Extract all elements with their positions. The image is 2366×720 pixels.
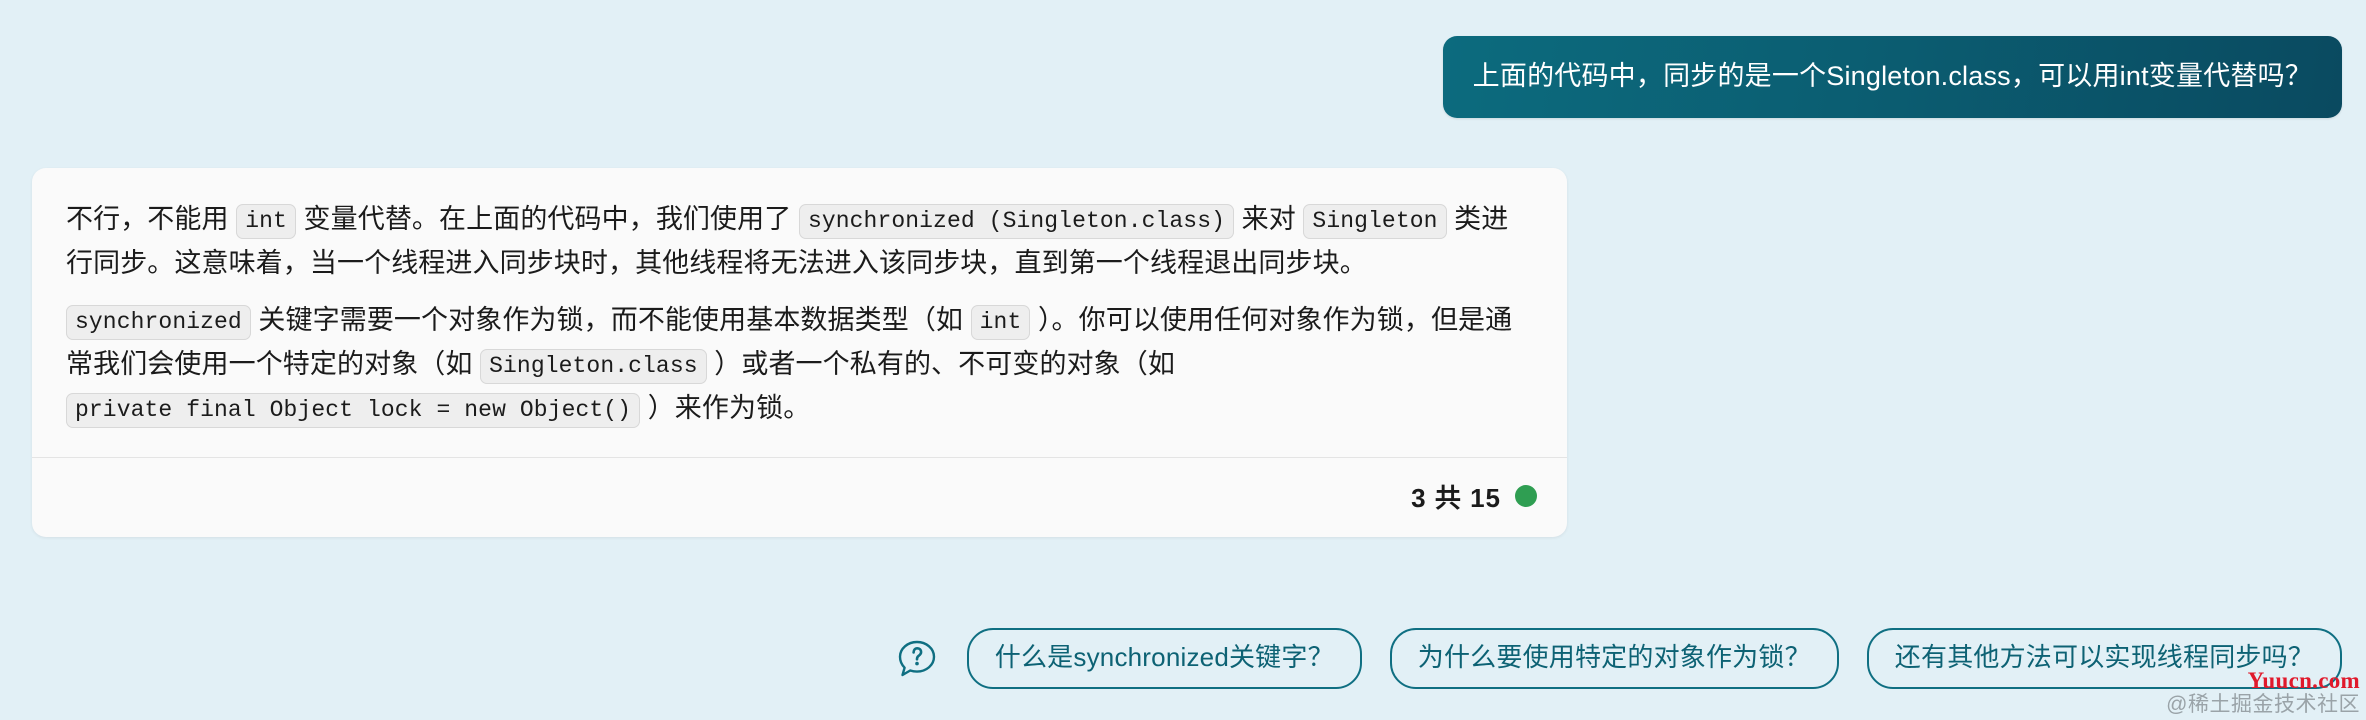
inline-code: private final Object lock = new Object() bbox=[66, 392, 641, 428]
answer-footer: 3 共 15 bbox=[32, 458, 1567, 537]
user-message-bubble: 上面的代码中，同步的是一个Singleton.class，可以用int变量代替吗… bbox=[1442, 36, 2342, 119]
inline-code: synchronized (Singleton.class) bbox=[798, 204, 1235, 239]
user-message-row: 上面的代码中，同步的是一个Singleton.class，可以用int变量代替吗… bbox=[1442, 36, 2342, 119]
inline-code: int bbox=[236, 204, 296, 239]
inline-code: Singleton bbox=[1303, 204, 1447, 239]
inline-code: int bbox=[970, 305, 1031, 341]
inline-code: synchronized bbox=[66, 305, 251, 341]
watermark-secondary: @稀土掘金技术社区 bbox=[2166, 692, 2360, 716]
suggestion-chip-2[interactable]: 还有其他方法可以实现线程同步吗？ bbox=[1866, 628, 2342, 690]
suggestion-chip-1[interactable]: 为什么要使用特定的对象作为锁？ bbox=[1389, 628, 1839, 690]
answer-body: 不行，不能用 int 变量代替。在上面的代码中，我们使用了 synchroniz… bbox=[32, 168, 1567, 457]
suggestions-row: 什么是synchronized关键字？ 为什么要使用特定的对象作为锁？ 还有其他… bbox=[0, 628, 2366, 690]
inline-code: Singleton.class bbox=[480, 349, 707, 385]
question-speech-bubble-icon[interactable] bbox=[895, 637, 939, 681]
assistant-answer-card: 不行，不能用 int 变量代替。在上面的代码中，我们使用了 synchroniz… bbox=[32, 168, 1567, 537]
answer-paragraph-1: 不行，不能用 int 变量代替。在上面的代码中，我们使用了 synchroniz… bbox=[66, 204, 1509, 278]
suggestion-chip-0[interactable]: 什么是synchronized关键字？ bbox=[966, 628, 1362, 690]
status-dot-icon bbox=[1515, 485, 1537, 508]
answer-paragraph-2: synchronized 关键字需要一个对象作为锁，而不能使用基本数据类型（如 … bbox=[66, 299, 1533, 430]
message-counter: 3 共 15 bbox=[1411, 482, 1501, 513]
chat-screen: 上面的代码中，同步的是一个Singleton.class，可以用int变量代替吗… bbox=[0, 0, 2366, 720]
